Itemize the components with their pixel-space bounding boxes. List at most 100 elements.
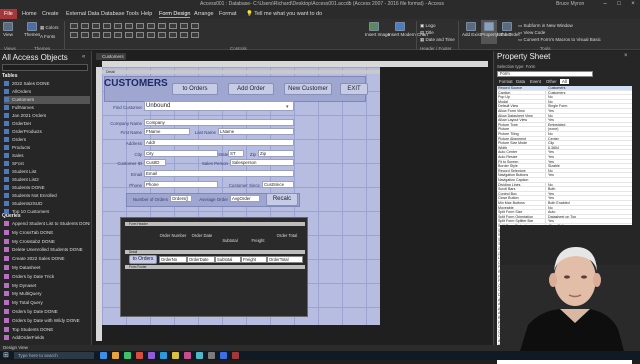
nav-table-item[interactable]: OrderDet [4, 120, 90, 128]
toggle-control-icon[interactable] [70, 32, 78, 38]
taskbar-app-icon[interactable] [124, 352, 131, 359]
radio-control-icon[interactable] [136, 32, 144, 38]
subform-control-icon[interactable] [147, 32, 155, 38]
nav-table-item[interactable]: OrderProducts [4, 128, 90, 136]
add-existing-fields-button[interactable]: Add Existing Fields [462, 22, 500, 37]
nav-table-item[interactable]: 2022 Sales DONE [4, 80, 90, 88]
nav-table-item[interactable]: Student List2 [4, 176, 90, 184]
nav-query-item[interactable]: My CrossTab DONE [4, 229, 90, 237]
sales-person-field[interactable]: Salesperson [230, 159, 294, 166]
tab-control-icon[interactable] [114, 23, 122, 29]
to-orders-button[interactable]: to Orders [172, 83, 218, 95]
rectangle-control-icon[interactable] [92, 32, 100, 38]
attachment-control-icon[interactable] [125, 32, 133, 38]
tab-other-props[interactable]: Other [544, 79, 559, 84]
taskbar-app-icon[interactable] [148, 352, 155, 359]
collapse-icon[interactable]: « [82, 54, 85, 60]
nav-section-tables[interactable]: Tables [2, 73, 17, 79]
tab-form-design[interactable]: Form Design [159, 11, 191, 18]
nav-query-item[interactable]: AddOrderFields [4, 334, 90, 342]
insert-modern-chart-button[interactable]: Insert Modern Chart [388, 22, 428, 37]
nav-table-item[interactable]: Orders [4, 136, 90, 144]
num-orders-field[interactable]: Orders() [170, 195, 192, 202]
bound-object-control-icon[interactable] [158, 32, 166, 38]
listbox-control-icon[interactable] [81, 32, 89, 38]
tab-file[interactable]: File [0, 9, 17, 19]
nav-query-item[interactable]: Delete Unenrolled Students DONE [4, 246, 90, 254]
tab-order-button[interactable]: Tab Order [500, 22, 520, 37]
order-no-field[interactable]: OrderNo [159, 256, 187, 263]
tab-database-tools[interactable]: Database Tools [101, 11, 139, 17]
tab-arrange[interactable]: Arrange [194, 11, 214, 17]
nav-query-item[interactable]: Top Students DONE [4, 326, 90, 334]
tab-home[interactable]: Home [22, 11, 37, 17]
tab-format[interactable]: Format [219, 11, 236, 17]
nav-table-item[interactable]: Customers [4, 96, 90, 104]
subtotal-field[interactable]: Subtotal [215, 256, 241, 263]
insert-image-button[interactable]: Insert Image [365, 22, 390, 37]
orders-subform[interactable]: Form Header Order Number Order Date Subt… [120, 217, 308, 317]
avg-order-field[interactable]: AvgOrder [230, 195, 260, 202]
taskbar-search-input[interactable]: Type here to search [14, 352, 94, 359]
logo-button[interactable]: ▣ Logo [420, 23, 436, 29]
freight-field[interactable]: Freight [241, 256, 267, 263]
address-field[interactable]: Addr [144, 139, 294, 146]
customer-since-field[interactable]: CustSince [262, 181, 294, 188]
taskbar-app-icon[interactable] [232, 352, 239, 359]
new-customer-button[interactable]: New Customer [284, 83, 332, 95]
nav-query-item[interactable]: Orders by Date DONE [4, 308, 90, 316]
tab-help[interactable]: Help [141, 11, 152, 17]
nav-table-item[interactable]: AllOrders [4, 88, 90, 96]
subform-new-window-button[interactable]: ▭ Subform in New Window [518, 23, 573, 29]
unbound-object-control-icon[interactable] [114, 32, 122, 38]
order-total-field[interactable]: OrderTotal [267, 256, 303, 263]
nav-header[interactable]: All Access Objects [2, 53, 68, 62]
detail-section-bar[interactable]: Detail [102, 70, 380, 74]
nav-query-item[interactable]: My Total Query [4, 299, 90, 307]
web-browser-control-icon[interactable] [180, 32, 188, 38]
company-name-field[interactable]: Company [144, 119, 294, 126]
fonts-button[interactable]: A Fonts [40, 34, 55, 39]
nav-query-item[interactable]: Orders by Date with Wildy DONE [4, 317, 90, 325]
exit-button[interactable]: EXIT [340, 83, 368, 95]
nav-table-item[interactable]: Sales [4, 152, 90, 160]
tab-format-props[interactable]: Format [497, 79, 515, 84]
button-control-icon[interactable] [103, 23, 111, 29]
option-group-control-icon[interactable] [147, 23, 155, 29]
zip-field[interactable]: Zip [258, 150, 294, 157]
close-property-sheet-icon[interactable]: × [624, 53, 628, 59]
recalc-button[interactable]: Recalc [266, 193, 298, 206]
date-time-button[interactable]: ▦ Date and Time [420, 37, 455, 43]
first-name-field[interactable]: FName [144, 128, 190, 135]
chart-control-icon[interactable] [180, 23, 188, 29]
nav-query-item[interactable]: Append Student List to Students DONE [4, 220, 90, 228]
hyperlink-control-icon[interactable] [125, 23, 133, 29]
subform-detail-bar[interactable]: Detail [125, 250, 305, 254]
taskbar-app-icon[interactable] [100, 352, 107, 359]
convert-macros-button[interactable]: ▭ Convert Form's Macros to Visual Basic [518, 37, 601, 43]
select-control-icon[interactable] [70, 23, 78, 29]
tab-data-props[interactable]: Data [514, 79, 527, 84]
view-code-button[interactable]: ▭ View Code [518, 30, 545, 36]
label-control-icon[interactable] [92, 23, 100, 29]
title-button[interactable]: ▤ Title [420, 30, 434, 36]
taskbar-app-icon[interactable] [136, 352, 143, 359]
nav-query-item[interactable]: My Datasheet [4, 264, 90, 272]
nav-query-item[interactable]: My MultiQuery [4, 290, 90, 298]
minimize-icon[interactable]: – [598, 0, 612, 9]
taskbar-app-icon[interactable] [184, 352, 191, 359]
tab-event-props[interactable]: Event [528, 79, 543, 84]
themes-button[interactable]: Themes [24, 22, 40, 37]
nav-table-item[interactable]: Top 10 Customers [4, 208, 90, 216]
nav-query-item[interactable]: Orders by Date Trick [4, 273, 90, 281]
view-button[interactable]: View [3, 22, 13, 37]
taskbar-app-icon[interactable] [172, 352, 179, 359]
subform-to-orders-button[interactable]: to Orders [129, 255, 157, 264]
line-control-icon[interactable] [191, 23, 199, 29]
nav-query-item[interactable]: My Crosstab2 DONE [4, 238, 90, 246]
maximize-icon[interactable]: □ [612, 0, 626, 9]
taskbar-app-icon[interactable] [160, 352, 167, 359]
last-name-field[interactable]: LName [218, 128, 294, 135]
email-field[interactable]: Email [144, 170, 294, 177]
taskbar-app-icon[interactable] [208, 352, 215, 359]
